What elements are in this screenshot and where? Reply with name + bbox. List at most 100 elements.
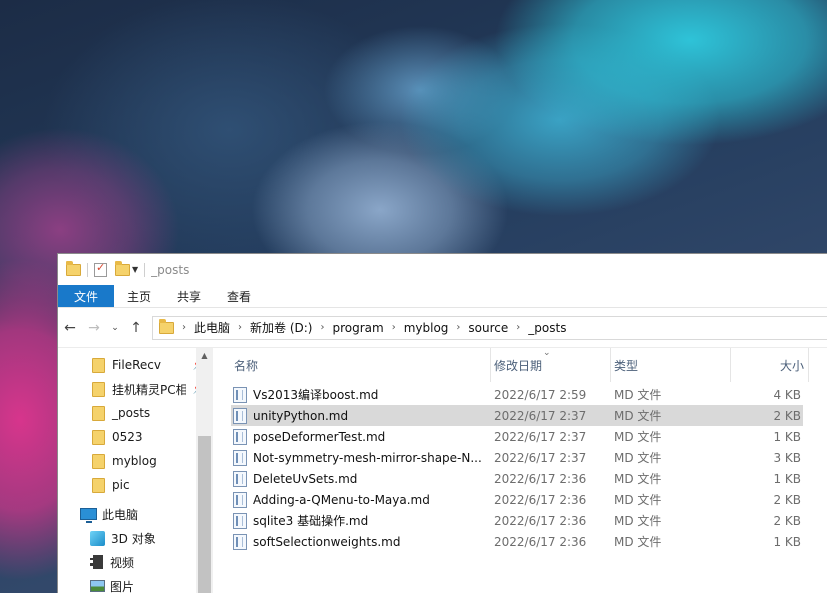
breadcrumb-item[interactable]: 新加卷 (D:) bbox=[244, 319, 318, 336]
folder-icon bbox=[92, 381, 105, 397]
breadcrumb-item[interactable]: myblog bbox=[398, 321, 455, 335]
table-row[interactable]: sqlite3 基础操作.md 2022/6/17 2:36 MD 文件 2 K… bbox=[231, 510, 803, 531]
breadcrumb-item[interactable]: 此电脑 bbox=[188, 319, 236, 336]
file-date: 2022/6/17 2:37 bbox=[494, 429, 587, 444]
folder-icon bbox=[92, 477, 105, 493]
sort-chevron-icon: ⌄ bbox=[543, 348, 551, 358]
table-row[interactable]: poseDeformerTest.md 2022/6/17 2:37 MD 文件… bbox=[231, 426, 803, 447]
nav-item-label: myblog bbox=[112, 454, 157, 468]
address-bar: ← → ⌄ ↑ › 此电脑 › 新加卷 (D:) › program › myb… bbox=[58, 308, 827, 348]
file-type: MD 文件 bbox=[614, 493, 662, 507]
scrollbar-thumb[interactable] bbox=[198, 436, 211, 593]
nav-item-label: 3D 对象 bbox=[111, 531, 156, 546]
back-arrow-icon[interactable]: ← bbox=[58, 320, 82, 336]
quick-access-toolbar: ▼ bbox=[66, 260, 146, 277]
nav-item-pic[interactable]: pic bbox=[58, 473, 213, 497]
pictures-icon bbox=[90, 580, 105, 592]
nav-item-label: 此电脑 bbox=[102, 507, 139, 522]
file-name: softSelectionweights.md bbox=[253, 534, 401, 549]
file-name: unityPython.md bbox=[253, 408, 349, 423]
properties-icon[interactable] bbox=[94, 261, 107, 277]
breadcrumb-separator-icon[interactable]: › bbox=[318, 322, 326, 333]
table-row[interactable]: DeleteUvSets.md 2022/6/17 2:36 MD 文件 1 K… bbox=[231, 468, 803, 489]
file-size: 2 KB bbox=[773, 408, 801, 423]
nav-item-this-pc[interactable]: 此电脑 bbox=[58, 502, 213, 526]
breadcrumb-separator-icon[interactable]: › bbox=[236, 322, 244, 333]
markdown-file-icon bbox=[233, 533, 247, 550]
video-icon bbox=[90, 555, 103, 569]
nav-item-label: FileRecv bbox=[112, 358, 161, 372]
file-size: 1 KB bbox=[773, 429, 801, 444]
tab-file[interactable]: 文件 bbox=[58, 285, 115, 307]
breadcrumb-item[interactable]: source bbox=[462, 321, 514, 335]
forward-arrow-icon[interactable]: → bbox=[82, 320, 106, 336]
nav-item-label: 0523 bbox=[112, 430, 143, 444]
tab-share[interactable]: 共享 bbox=[164, 285, 214, 307]
file-list-pane: 名称 修改日期 类型 大小 ⌄ Vs2013编译boost.md 2022/6/… bbox=[213, 348, 827, 593]
nav-pane-scrollbar[interactable]: ▲ bbox=[196, 348, 213, 593]
column-header-type[interactable]: 类型 bbox=[611, 348, 731, 382]
file-size: 2 KB bbox=[773, 513, 801, 528]
nav-item-3d-objects[interactable]: 3D 对象 bbox=[58, 526, 213, 550]
markdown-file-icon bbox=[233, 470, 247, 487]
recent-locations-chevron-icon[interactable]: ⌄ bbox=[106, 323, 124, 333]
file-type: MD 文件 bbox=[614, 472, 662, 486]
nav-item-label: pic bbox=[112, 478, 130, 492]
nav-item-videos[interactable]: 视频 bbox=[58, 550, 213, 574]
table-row[interactable]: unityPython.md 2022/6/17 2:37 MD 文件 2 KB bbox=[231, 405, 803, 426]
breadcrumb-separator-icon[interactable]: › bbox=[454, 322, 462, 333]
nav-item-pictures[interactable]: 图片 bbox=[58, 574, 213, 593]
toolbar-divider bbox=[144, 262, 146, 277]
breadcrumb[interactable]: › 此电脑 › 新加卷 (D:) › program › myblog › so… bbox=[152, 315, 827, 340]
nav-item-filerecv[interactable]: FileRecv 📌 bbox=[58, 353, 213, 377]
file-size: 2 KB bbox=[773, 492, 801, 507]
file-list: Vs2013编译boost.md 2022/6/17 2:59 MD 文件 4 … bbox=[231, 382, 827, 552]
nav-item-myblog[interactable]: myblog bbox=[58, 449, 213, 473]
file-type: MD 文件 bbox=[614, 409, 662, 423]
breadcrumb-separator-icon[interactable]: › bbox=[390, 322, 398, 333]
breadcrumb-item[interactable]: _posts bbox=[522, 321, 572, 335]
nav-item-guaji[interactable]: 挂机精灵PC相 📌 bbox=[58, 377, 213, 401]
up-arrow-icon[interactable]: ↑ bbox=[124, 320, 148, 336]
table-row[interactable]: Not-symmetry-mesh-mirror-shape-N... 2022… bbox=[231, 447, 803, 468]
ribbon-tabs: 文件 主页 共享 查看 bbox=[58, 285, 827, 308]
table-row[interactable]: Adding-a-QMenu-to-Maya.md 2022/6/17 2:36… bbox=[231, 489, 803, 510]
file-date: 2022/6/17 2:36 bbox=[494, 471, 587, 486]
column-header-date[interactable]: 修改日期 bbox=[491, 348, 611, 382]
toolbar-divider bbox=[87, 262, 88, 277]
column-header-name[interactable]: 名称 bbox=[231, 348, 491, 382]
file-date: 2022/6/17 2:37 bbox=[494, 408, 587, 423]
file-type: MD 文件 bbox=[614, 388, 662, 402]
file-name: Not-symmetry-mesh-mirror-shape-N... bbox=[253, 450, 482, 465]
nav-item-posts[interactable]: _posts bbox=[58, 401, 213, 425]
new-folder-icon[interactable] bbox=[115, 260, 130, 276]
customize-toolbar-chevron-icon[interactable]: ▼ bbox=[132, 265, 138, 274]
file-name: Vs2013编译boost.md bbox=[253, 388, 379, 402]
folder-icon bbox=[92, 405, 105, 421]
nav-item-0523[interactable]: 0523 bbox=[58, 425, 213, 449]
table-row[interactable]: Vs2013编译boost.md 2022/6/17 2:59 MD 文件 4 … bbox=[231, 384, 803, 405]
tab-home[interactable]: 主页 bbox=[114, 285, 164, 307]
file-size: 1 KB bbox=[773, 534, 801, 549]
folder-icon[interactable] bbox=[66, 260, 81, 276]
breadcrumb-item[interactable]: program bbox=[326, 321, 389, 335]
folder-icon bbox=[159, 318, 174, 334]
file-date: 2022/6/17 2:36 bbox=[494, 534, 587, 549]
file-date: 2022/6/17 2:59 bbox=[494, 387, 587, 402]
computer-icon bbox=[80, 508, 97, 523]
file-name: sqlite3 基础操作.md bbox=[253, 514, 369, 528]
nav-item-label: 挂机精灵PC相 bbox=[112, 382, 186, 397]
file-type: MD 文件 bbox=[614, 451, 662, 465]
file-date: 2022/6/17 2:36 bbox=[494, 492, 587, 507]
scroll-up-arrow-icon[interactable]: ▲ bbox=[196, 348, 213, 364]
table-row[interactable]: softSelectionweights.md 2022/6/17 2:36 M… bbox=[231, 531, 803, 552]
breadcrumb-separator-icon[interactable]: › bbox=[180, 322, 188, 333]
navigation-pane: FileRecv 📌 挂机精灵PC相 📌 _posts 0523 bbox=[58, 348, 213, 593]
folder-icon bbox=[92, 357, 105, 373]
file-type: MD 文件 bbox=[614, 514, 662, 528]
folder-icon bbox=[92, 429, 105, 445]
column-header-size[interactable]: 大小 bbox=[731, 348, 809, 382]
breadcrumb-separator-icon[interactable]: › bbox=[514, 322, 522, 333]
file-name: poseDeformerTest.md bbox=[253, 429, 386, 444]
tab-view[interactable]: 查看 bbox=[214, 285, 264, 307]
